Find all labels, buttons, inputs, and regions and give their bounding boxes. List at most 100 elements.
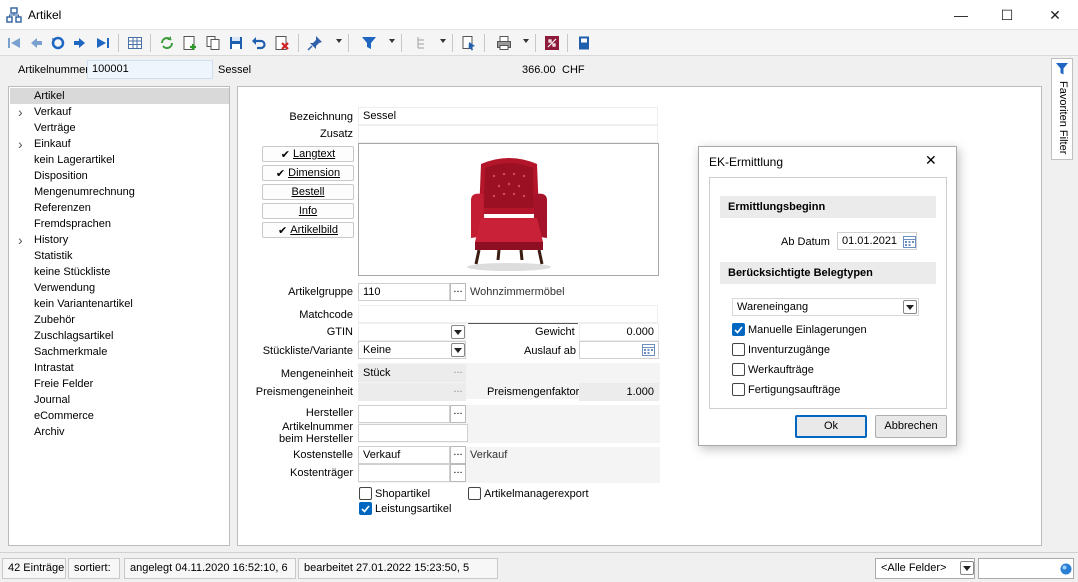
nav-item[interactable]: Archiv bbox=[10, 424, 229, 440]
kostentraeger-label: Kostenträger bbox=[290, 467, 353, 479]
mengeneinheit-field[interactable]: Stück bbox=[358, 364, 450, 382]
nav-item[interactable]: › History bbox=[10, 232, 229, 248]
belegtyp-checkbox[interactable] bbox=[732, 383, 745, 399]
artikelgruppe-field[interactable]: 110 bbox=[358, 283, 450, 301]
artikelbild-button[interactable]: ✔ Artikelbild bbox=[262, 222, 354, 238]
artikel-image[interactable] bbox=[358, 143, 659, 276]
preismengeneinheit-field[interactable] bbox=[358, 383, 450, 401]
nav-item[interactable]: Fremdsprachen bbox=[10, 216, 229, 232]
dialog-close-icon[interactable]: ✕ bbox=[925, 152, 937, 169]
nav-item[interactable]: Journal bbox=[10, 392, 229, 408]
ok-button[interactable]: Ok bbox=[795, 415, 867, 438]
dimension-button[interactable]: ✔ Dimension bbox=[262, 165, 354, 181]
nav-item[interactable]: Sachmerkmale bbox=[10, 344, 229, 360]
nav-item[interactable]: kein Lagerartikel bbox=[10, 152, 229, 168]
gtin-dropdown[interactable] bbox=[451, 325, 465, 339]
export-icon[interactable] bbox=[459, 33, 479, 53]
nav-item[interactable]: keine Stückliste bbox=[10, 264, 229, 280]
artikelmanagerexport-checkbox[interactable] bbox=[468, 487, 481, 503]
belegtyp-checkbox[interactable] bbox=[732, 363, 745, 379]
kostenstelle-field[interactable]: Verkauf bbox=[358, 446, 450, 464]
minimize-button[interactable]: — bbox=[938, 0, 984, 30]
zusatz-field[interactable] bbox=[358, 125, 658, 143]
chevron-right-icon[interactable]: › bbox=[18, 104, 23, 120]
artikelgruppe-lookup-button[interactable]: ... bbox=[450, 283, 466, 301]
nav-item[interactable]: kein Variantenartikel bbox=[10, 296, 229, 312]
nav-item[interactable]: Statistik bbox=[10, 248, 229, 264]
plugin-icon[interactable] bbox=[542, 33, 562, 53]
artikelnummer-field[interactable]: 100001 bbox=[87, 60, 213, 79]
mengeneinheit-lookup-button[interactable]: ... bbox=[450, 364, 466, 382]
stueckliste-dropdown[interactable] bbox=[451, 343, 465, 357]
felder-dropdown[interactable] bbox=[960, 561, 974, 575]
save-icon[interactable] bbox=[226, 33, 246, 53]
nav-item[interactable]: › Verkauf bbox=[10, 104, 229, 120]
preismengeneinheit-lookup-button[interactable]: ... bbox=[450, 383, 466, 401]
gtin-field[interactable] bbox=[358, 323, 466, 341]
abbrechen-button[interactable]: Abbrechen bbox=[875, 415, 947, 438]
belegtyp-checkbox[interactable] bbox=[732, 323, 745, 337]
tree-dropdown-icon[interactable] bbox=[440, 39, 446, 43]
matchcode-field[interactable] bbox=[358, 305, 658, 323]
gewicht-field[interactable]: 0.000 bbox=[579, 323, 659, 341]
first-record-icon[interactable] bbox=[4, 33, 24, 53]
delete-icon[interactable] bbox=[272, 33, 292, 53]
bestell-button[interactable]: Bestell bbox=[262, 184, 354, 200]
previous-record-icon[interactable] bbox=[26, 33, 46, 53]
chevron-right-icon[interactable]: › bbox=[18, 232, 23, 248]
refresh-record-icon[interactable] bbox=[48, 33, 68, 53]
undo-icon[interactable] bbox=[249, 33, 269, 53]
bezeichnung-field[interactable]: Sessel bbox=[358, 107, 658, 125]
kostentraeger-lookup-button[interactable]: ... bbox=[450, 464, 466, 482]
nav-item[interactable]: Verträge bbox=[10, 120, 229, 136]
nav-item[interactable]: eCommerce bbox=[10, 408, 229, 424]
pin-dropdown-icon[interactable] bbox=[336, 39, 342, 43]
artnr-hersteller-field[interactable] bbox=[358, 424, 468, 442]
kostenstelle-lookup-button[interactable]: ... bbox=[450, 446, 466, 464]
maximize-button[interactable]: ☐ bbox=[984, 0, 1030, 30]
nav-item[interactable]: Freie Felder bbox=[10, 376, 229, 392]
hersteller-field[interactable] bbox=[358, 405, 450, 423]
document-icon[interactable] bbox=[574, 33, 594, 53]
nav-item[interactable]: Zubehör bbox=[10, 312, 229, 328]
stueckliste-select[interactable]: Keine bbox=[358, 341, 466, 359]
print-icon[interactable] bbox=[494, 33, 514, 53]
next-record-icon[interactable] bbox=[70, 33, 90, 53]
globe-icon[interactable] bbox=[1060, 563, 1072, 578]
chevron-right-icon[interactable]: › bbox=[18, 136, 23, 152]
close-button[interactable]: ✕ bbox=[1032, 0, 1078, 30]
belegtyp-select[interactable]: Wareneingang bbox=[732, 298, 919, 316]
belegtyp-checkbox[interactable] bbox=[732, 343, 745, 359]
nav-item[interactable]: Mengenumrechnung bbox=[10, 184, 229, 200]
langtext-button[interactable]: ✔ Langtext bbox=[262, 146, 354, 162]
tree-icon[interactable] bbox=[412, 33, 432, 53]
print-dropdown-icon[interactable] bbox=[523, 39, 529, 43]
new-record-icon[interactable] bbox=[180, 33, 200, 53]
filter-icon[interactable] bbox=[359, 33, 379, 53]
last-record-icon[interactable] bbox=[93, 33, 113, 53]
matchcode-label: Matchcode bbox=[299, 309, 353, 321]
filter-dropdown-icon[interactable] bbox=[389, 39, 395, 43]
nav-item[interactable]: Disposition bbox=[10, 168, 229, 184]
belegtyp-dropdown[interactable] bbox=[903, 300, 917, 314]
nav-item[interactable]: Referenzen bbox=[10, 200, 229, 216]
nav-item[interactable]: Verwendung bbox=[10, 280, 229, 296]
table-icon[interactable] bbox=[125, 33, 145, 53]
calendar-icon[interactable] bbox=[642, 343, 655, 359]
preismengenfaktor-field[interactable]: 1.000 bbox=[579, 383, 659, 401]
copy-icon[interactable] bbox=[203, 33, 223, 53]
dialog-body: Ermittlungsbeginn Ab Datum 01.01.2021 Be… bbox=[709, 177, 947, 409]
favoriten-filter-tab[interactable]: Favoriten Filter bbox=[1051, 58, 1073, 160]
leistungsartikel-checkbox[interactable] bbox=[359, 502, 372, 516]
nav-item[interactable]: Zuschlagsartikel bbox=[10, 328, 229, 344]
pin-icon[interactable] bbox=[305, 33, 325, 53]
shopartikel-checkbox[interactable] bbox=[359, 487, 372, 503]
kostentraeger-field[interactable] bbox=[358, 464, 450, 482]
nav-item[interactable]: › Einkauf bbox=[10, 136, 229, 152]
nav-item[interactable]: Intrastat bbox=[10, 360, 229, 376]
hersteller-lookup-button[interactable]: ... bbox=[450, 405, 466, 423]
info-button[interactable]: Info bbox=[262, 203, 354, 219]
reload-icon[interactable] bbox=[157, 33, 177, 53]
nav-item[interactable]: Artikel bbox=[10, 88, 229, 104]
calendar-icon[interactable] bbox=[903, 235, 916, 251]
